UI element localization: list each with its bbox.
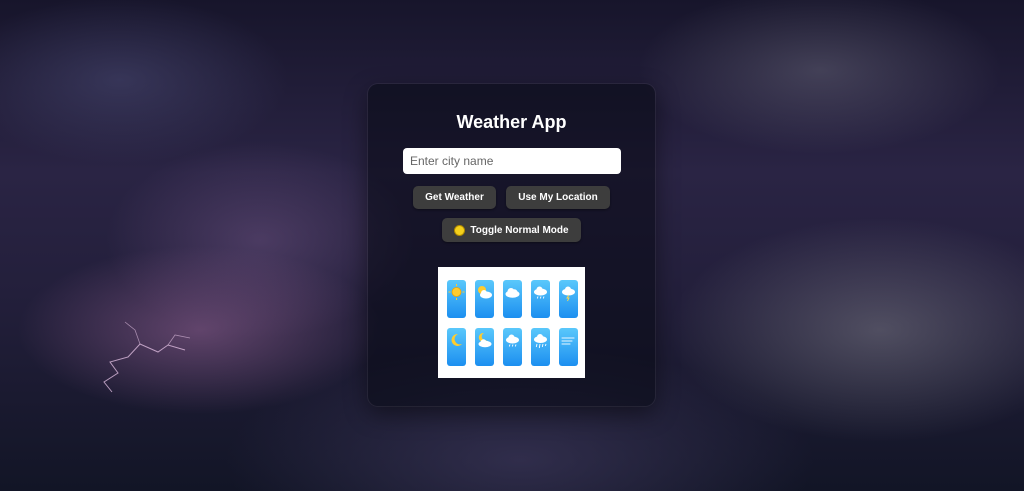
heavy-rain-icon [531,328,550,366]
weather-card: Weather App Get Weather Use My Location … [368,84,655,406]
use-my-location-button[interactable]: Use My Location [506,186,610,209]
toggle-mode-button[interactable]: Toggle Normal Mode [442,218,581,242]
city-search-input[interactable] [403,148,621,174]
moon-cloud-icon [475,328,494,366]
get-weather-button[interactable]: Get Weather [413,186,496,209]
lightbulb-icon [454,224,466,236]
storm-cloud-icon [559,280,578,318]
sun-icon [447,280,466,318]
weather-icons-image [438,267,585,378]
sun-cloud-icon [475,280,494,318]
app-title: Weather App [456,112,567,132]
wind-icon [559,328,578,366]
moon-icon [447,328,466,366]
rain-cloud-icon [503,328,522,366]
storm-background: Weather App Get Weather Use My Location … [0,0,1024,491]
rain-cloud-icon [531,280,550,318]
toggle-mode-label: Toggle Normal Mode [470,224,569,236]
cloud-icon [503,280,522,318]
